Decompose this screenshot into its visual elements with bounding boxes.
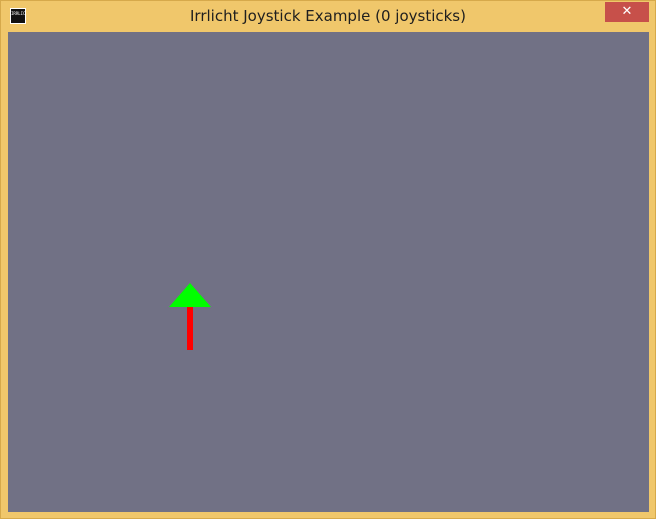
joystick-direction-arrow: [169, 283, 211, 350]
arrow-shaft: [187, 307, 193, 350]
irrlicht-logo-icon[interactable]: IRRLICHT: [10, 8, 26, 24]
title-bar[interactable]: IRRLICHT Irrlicht Joystick Example (0 jo…: [1, 1, 655, 31]
close-button[interactable]: ✕: [605, 2, 649, 22]
app-window: IRRLICHT Irrlicht Joystick Example (0 jo…: [0, 0, 656, 519]
render-viewport[interactable]: [8, 32, 649, 512]
arrow-head: [169, 283, 211, 307]
window-title: Irrlicht Joystick Example (0 joysticks): [190, 7, 466, 25]
